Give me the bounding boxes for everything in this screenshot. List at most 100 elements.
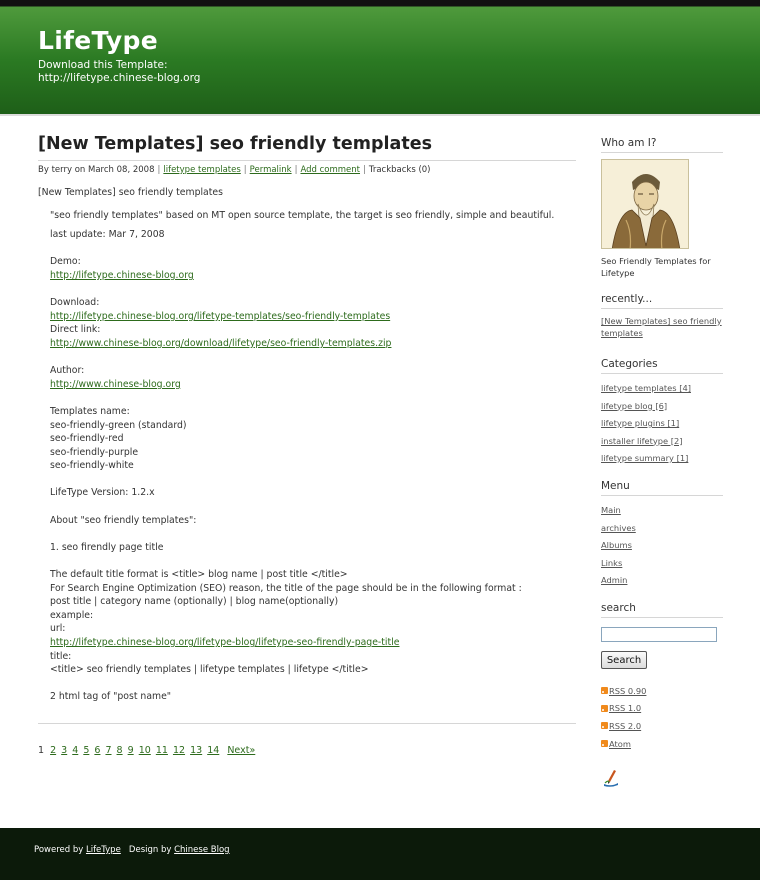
post-body: [New Templates] seo friendly templates "… — [38, 186, 576, 704]
meta-on: on — [74, 165, 86, 175]
avatar — [601, 159, 689, 249]
page-link[interactable]: 11 — [156, 745, 168, 756]
meta-date: March 08, 2008 — [88, 165, 155, 175]
direct-download-link[interactable]: http://www.chinese-blog.org/download/lif… — [50, 338, 391, 349]
lifetype-badge[interactable] — [601, 768, 723, 792]
category-link[interactable]: lifetype summary [1] — [601, 450, 723, 468]
example-label: example: — [50, 609, 94, 621]
author-label: Author: — [50, 365, 85, 377]
post-inner: "seo friendly templates" based on MT ope… — [38, 209, 576, 704]
post-intro: [New Templates] seo friendly templates — [38, 187, 223, 198]
url-label: url: — [50, 623, 66, 635]
pagination: 1 2 3 4 5 6 7 8 9 10 11 12 13 14 Next» — [38, 745, 257, 756]
portrait-icon — [602, 160, 688, 248]
who-am-i-caption: Seo Friendly Templates for Lifetype — [601, 256, 711, 278]
demo-label: Demo: — [50, 256, 81, 268]
point-2: 2 html tag of "post name" — [50, 691, 172, 703]
categories-heading: Categories — [601, 358, 723, 374]
page-link[interactable]: 6 — [94, 745, 100, 756]
search-button[interactable]: Search — [601, 651, 647, 669]
default-format: The default title format is <title> blog… — [50, 569, 348, 581]
category-link[interactable]: installer lifetype [2] — [601, 433, 723, 451]
seo-reason: For Search Engine Optimization (SEO) rea… — [50, 582, 522, 594]
rss-icon — [601, 687, 608, 695]
lifetype-version: LifeType Version: 1.2.x — [50, 487, 155, 499]
menu-link-albums[interactable]: Albums — [601, 537, 723, 555]
permalink-link[interactable]: Permalink — [250, 165, 292, 175]
menu-link-links[interactable]: Links — [601, 555, 723, 573]
recently-heading: recently... — [601, 293, 723, 309]
page-link[interactable]: 9 — [128, 745, 134, 756]
current-page: 1 — [38, 745, 45, 756]
page-link[interactable]: 13 — [190, 745, 202, 756]
template-name: seo-friendly-green (standard) — [50, 419, 187, 431]
template-name: seo-friendly-purple — [50, 446, 139, 458]
add-comment-link[interactable]: Add comment — [300, 165, 360, 175]
feeds-section: RSS 0.90 RSS 1.0 RSS 2.0 Atom — [601, 682, 723, 752]
site-description: Download this Template: http://lifetype.… — [38, 59, 200, 85]
site-title[interactable]: LifeType — [38, 26, 158, 55]
rss-090-link[interactable]: RSS 0.90 — [609, 686, 646, 696]
chinese-blog-footer-link[interactable]: Chinese Blog — [174, 845, 229, 855]
post-summary: "seo friendly templates" based on MT ope… — [50, 209, 555, 221]
site-footer: Powered by LifeType Design by Chinese Bl… — [0, 828, 760, 880]
page-link[interactable]: 2 — [50, 745, 56, 756]
meta-by: By — [38, 165, 49, 175]
menu-heading: Menu — [601, 480, 723, 496]
search-input[interactable] — [601, 627, 717, 642]
demo-link[interactable]: http://lifetype.chinese-blog.org — [50, 270, 194, 281]
post-title[interactable]: [New Templates] seo friendly templates — [38, 134, 432, 154]
footer-credits: Powered by LifeType Design by Chinese Bl… — [34, 845, 230, 855]
direct-link-label: Direct link: — [50, 324, 101, 336]
post-meta: By terry on March 08, 2008 | lifetype temp… — [38, 160, 576, 175]
page-link[interactable]: 4 — [72, 745, 78, 756]
site-header: LifeType Download this Template: http://… — [0, 0, 760, 116]
page-link[interactable]: 5 — [83, 745, 89, 756]
atom-link[interactable]: Atom — [609, 739, 631, 749]
template-name: seo-friendly-red — [50, 433, 124, 445]
page-link[interactable]: 7 — [105, 745, 111, 756]
trackbacks-count: Trackbacks (0) — [368, 165, 431, 175]
menu-link-archives[interactable]: archives — [601, 520, 723, 538]
categories-section: Categories lifetype templates [4] lifety… — [601, 358, 723, 468]
rss-icon — [601, 740, 608, 748]
rss-10-link[interactable]: RSS 1.0 — [609, 703, 641, 713]
rss-icon — [601, 722, 608, 730]
recent-post-link[interactable]: [New Templates] seo friendly templates — [601, 315, 723, 339]
menu-section: Menu Main archives Albums Links Admin — [601, 480, 723, 590]
site-description-line2: http://lifetype.chinese-blog.org — [38, 72, 201, 84]
meta-author: terry — [51, 165, 73, 175]
download-link[interactable]: http://lifetype.chinese-blog.org/lifetyp… — [50, 311, 390, 322]
category-link[interactable]: lifetype blog [6] — [601, 398, 723, 416]
point-1: 1. seo firendly page title — [50, 541, 164, 553]
templates-label: Templates name: — [50, 405, 130, 417]
lifetype-logo-icon — [604, 770, 618, 787]
design-by-label: Design by — [128, 845, 172, 855]
category-link[interactable]: lifetype plugins [1] — [601, 415, 723, 433]
lifetype-footer-link[interactable]: LifeType — [86, 845, 121, 855]
rss-20-link[interactable]: RSS 2.0 — [609, 721, 641, 731]
category-link[interactable]: lifetype templates [4] — [601, 380, 723, 398]
meta-category-link[interactable]: lifetype templates — [163, 165, 240, 175]
author-link[interactable]: http://www.chinese-blog.org — [50, 379, 181, 390]
download-label: Download: — [50, 297, 100, 309]
page-link[interactable]: 3 — [61, 745, 67, 756]
last-update: last update: Mar 7, 2008 — [50, 229, 165, 241]
rss-icon — [601, 704, 608, 712]
title-label: title: — [50, 650, 72, 662]
search-heading: search — [601, 602, 723, 618]
recently-section: recently... [New Templates] seo friendly… — [601, 293, 723, 339]
next-page-link[interactable]: Next» — [227, 745, 255, 756]
menu-link-main[interactable]: Main — [601, 502, 723, 520]
page-link[interactable]: 14 — [207, 745, 219, 756]
format-line: post title | category name (optionally) … — [50, 596, 339, 608]
powered-by-label: Powered by — [34, 845, 84, 855]
about-heading: About "seo friendly templates": — [50, 514, 197, 526]
page-link[interactable]: 12 — [173, 745, 185, 756]
page-link[interactable]: 8 — [117, 745, 123, 756]
example-url-link[interactable]: http://lifetype.chinese-blog.org/lifetyp… — [50, 637, 399, 648]
page-link[interactable]: 10 — [139, 745, 151, 756]
search-section: search Search — [601, 602, 723, 669]
menu-link-admin[interactable]: Admin — [601, 572, 723, 590]
who-am-i-section: Who am I? Seo Friendly Templates for Lif… — [601, 137, 723, 279]
